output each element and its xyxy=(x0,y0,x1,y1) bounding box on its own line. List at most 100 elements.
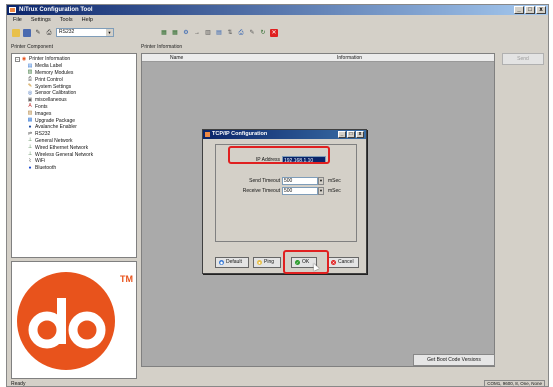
app-icon xyxy=(9,7,16,13)
tree-item-label: Wired Ethernet Network xyxy=(35,144,89,151)
tree-item-label: Bluetooth xyxy=(35,165,57,172)
menu-tools[interactable]: Tools xyxy=(60,16,73,25)
tree-item-label: Upgrade Package xyxy=(35,117,76,124)
tree-item-label: General Network xyxy=(35,137,73,144)
grid-icon[interactable]: ▦ xyxy=(171,29,179,37)
ping-button[interactable]: ● Ping xyxy=(253,257,281,268)
tree-item[interactable]: ⎙ Print Control xyxy=(27,76,133,83)
receive-timeout-input[interactable]: 500 xyxy=(282,187,318,195)
tree-item[interactable]: ▦ Upgrade Package xyxy=(27,117,133,124)
ip-address-label: IP Address xyxy=(255,157,280,163)
minimize-button[interactable]: _ xyxy=(514,6,524,14)
maximize-button[interactable]: □ xyxy=(525,6,535,14)
ok-button-label: OK xyxy=(302,259,310,265)
print-icon[interactable]: ⎙ xyxy=(45,29,53,37)
save-icon[interactable] xyxy=(23,28,31,37)
tree-item[interactable]: ◎ Sensor Calibration xyxy=(27,90,133,97)
receive-timeout-unit: mSec xyxy=(328,188,341,194)
ip-address-input[interactable]: 192.168.1.10 xyxy=(282,156,326,164)
cancel-button-label: Cancel xyxy=(338,259,354,265)
avalanche-icon: ● xyxy=(28,123,32,130)
tree-item-label: Images xyxy=(35,110,52,117)
tree-item[interactable]: ⇌ RS232 xyxy=(27,131,133,138)
send-timeout-value: 500 xyxy=(284,178,293,184)
title-bar: NiTrux Configuration Tool _ □ x xyxy=(7,5,548,15)
tree-item-label: Avalanche Enabler xyxy=(35,124,77,131)
connection-status: COM1, 9600, 8, One, None xyxy=(484,380,545,386)
port-select-value: RS232 xyxy=(59,29,75,35)
open-icon[interactable] xyxy=(12,28,20,37)
dialog-minimize-button[interactable]: _ xyxy=(338,131,346,138)
send-timeout-unit: mSec xyxy=(328,178,341,184)
component-tree: − ◉ Printer Information ▤ Media Label ▥ Mem… xyxy=(11,53,137,258)
dialog-maximize-button[interactable]: □ xyxy=(347,131,355,138)
tcpip-dialog: TCP/IP Configuration _ □ x IP Address 19… xyxy=(202,129,367,274)
receive-timeout-spinner[interactable]: ▼ xyxy=(318,187,324,195)
tree-item[interactable]: ▣ miscellaneous xyxy=(27,97,133,104)
boot-button-label: Get Boot Code Versions xyxy=(427,357,481,363)
stop-icon[interactable]: ✕ xyxy=(270,28,278,37)
grid-icon[interactable]: ▦ xyxy=(160,29,168,37)
image-icon: ▨ xyxy=(27,110,33,117)
bar-icon[interactable]: ▥ xyxy=(204,29,212,37)
status-text: Ready xyxy=(11,381,26,387)
refresh-icon[interactable]: ↻ xyxy=(259,29,267,37)
ethernet-icon: ⊥ xyxy=(27,144,33,151)
arrow-icon[interactable]: → xyxy=(193,29,201,37)
menu-bar: File Settings Tools Help xyxy=(7,16,548,25)
transfer-icon[interactable]: ⇅ xyxy=(226,29,234,37)
network-icon: ⊥ xyxy=(27,137,33,144)
chart-icon[interactable]: ▤ xyxy=(215,29,223,37)
chevron-down-icon: ▼ xyxy=(106,29,113,36)
column-header-name[interactable]: Name xyxy=(170,54,183,62)
memory-icon: ▥ xyxy=(27,69,33,76)
send-timeout-input[interactable]: 500 xyxy=(282,177,318,185)
tree-item[interactable]: ● Bluetooth xyxy=(27,165,133,172)
tree-item-label: Sensor Calibration xyxy=(35,90,77,97)
label-icon: ▤ xyxy=(27,62,33,69)
ping-button-label: Ping xyxy=(264,259,275,265)
tree-item[interactable]: ✎ System Settings xyxy=(27,83,133,90)
close-button[interactable]: x xyxy=(536,6,546,14)
get-boot-code-versions-button[interactable]: Get Boot Code Versions xyxy=(413,354,495,366)
menu-settings[interactable]: Settings xyxy=(31,16,51,25)
app-window: NiTrux Configuration Tool _ □ x File Set… xyxy=(6,4,549,387)
tree-item[interactable]: ⊥ Wired Ethernet Network xyxy=(27,144,133,151)
cancel-button[interactable]: ✕ Cancel xyxy=(327,257,359,268)
dialog-close-button[interactable]: x xyxy=(356,131,364,138)
receive-timeout-value: 500 xyxy=(284,188,293,194)
printer-icon[interactable]: ⎙ xyxy=(237,29,245,37)
edit-icon[interactable]: ✎ xyxy=(34,29,42,37)
send-button[interactable]: Send xyxy=(502,53,544,65)
tree-item[interactable]: ⊥ General Network xyxy=(27,138,133,145)
wifi-icon: ⌇ xyxy=(28,157,32,164)
tree-item[interactable]: ▨ Images xyxy=(27,110,133,117)
tree-root[interactable]: − ◉ Printer Information xyxy=(15,56,133,63)
tree-item[interactable]: ⌇ WiFi xyxy=(27,158,133,165)
tree-item-label: Media Label xyxy=(35,63,63,70)
logo-panel: TM xyxy=(11,261,137,379)
tree-item[interactable]: A Fonts xyxy=(27,104,133,111)
menu-help[interactable]: Help xyxy=(82,16,93,25)
status-bar: Ready COM1, 9600, 8, One, None xyxy=(7,380,548,387)
brand-logo-mark xyxy=(28,298,106,349)
pencil-icon[interactable]: ✎ xyxy=(248,29,256,37)
column-header-information[interactable]: Information xyxy=(337,54,362,62)
menu-file[interactable]: File xyxy=(13,16,22,25)
default-button[interactable]: ◆ Default xyxy=(215,257,249,268)
tree-item[interactable]: ▤ Media Label xyxy=(27,63,133,70)
toolbar: ✎ ⎙ RS232 ▼ ▦ ▦ ⚙ → ▥ ▤ ⇅ ⎙ ✎ ↻ ✕ xyxy=(7,26,548,39)
tree-item[interactable]: ⊥ Wireless General Network xyxy=(27,151,133,158)
send-timeout-spinner[interactable]: ▼ xyxy=(318,177,324,185)
tree-item[interactable]: ▥ Memory Modules xyxy=(27,70,133,77)
dialog-settings-group: IP Address 192.168.1.10 Send Timeout 500… xyxy=(215,144,357,242)
tree-item-label: Memory Modules xyxy=(35,69,74,76)
settings-icon[interactable]: ⚙ xyxy=(182,29,190,37)
tree-item[interactable]: ● Avalanche Enabler xyxy=(27,124,133,131)
port-select[interactable]: RS232 ▼ xyxy=(56,28,114,37)
receive-timeout-label: Receive Timeout xyxy=(242,188,280,194)
send-button-label: Send xyxy=(517,56,529,62)
collapse-icon[interactable]: − xyxy=(15,56,20,62)
serial-icon: ⇌ xyxy=(27,130,33,137)
misc-icon: ▣ xyxy=(27,96,33,103)
